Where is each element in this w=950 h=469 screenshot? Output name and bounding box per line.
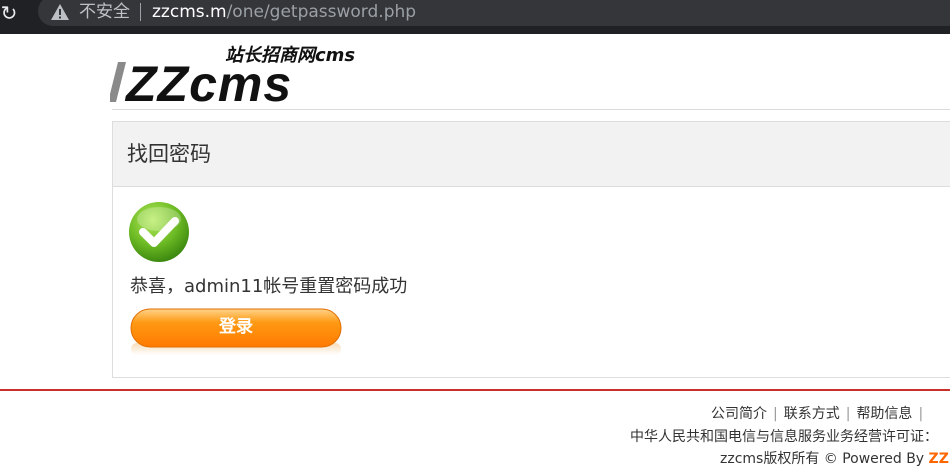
url-text[interactable]: zzcms.m/one/getpassword.php [152, 0, 416, 24]
site-logo[interactable]: ZZcms 站长招商网cms [110, 40, 390, 106]
result-panel: 找回密码 恭喜，admin11帐号重置密码成功 登录 [112, 121, 950, 378]
copyright-text: zzcms版权所有 © Powered By [720, 451, 929, 467]
footer-link-contact[interactable]: 联系方式 [784, 406, 840, 422]
browser-toolbar: ↻ 不安全 zzcms.m/one/getpassword.php [0, 0, 950, 34]
url-host: zzcms.m [152, 2, 227, 22]
footer-divider [0, 389, 950, 391]
footer-copyright: zzcms版权所有 © Powered By ZZ [720, 449, 949, 469]
footer-separator: | [773, 406, 778, 422]
reload-icon[interactable]: ↻ [0, 2, 20, 24]
header-divider [112, 109, 950, 110]
login-button[interactable]: 登录 [130, 308, 342, 356]
footer-license: 中华人民共和国电信与信息服务业务经营许可证： [630, 429, 938, 445]
footer-separator: | [918, 406, 924, 422]
security-status[interactable]: 不安全 [79, 0, 130, 24]
copyright-brand[interactable]: ZZ [929, 451, 949, 467]
footer-separator: | [845, 406, 851, 422]
warning-icon[interactable] [50, 2, 70, 22]
footer-link-about[interactable]: 公司简介 [711, 406, 767, 422]
footer-nav: 公司简介 | 联系方式 | 帮助信息 | [711, 404, 929, 424]
reset-success-message: 恭喜，admin11帐号重置密码成功 [130, 276, 408, 297]
logo-sub-text: 站长招商网cms [225, 45, 355, 66]
panel-title: 找回密码 [127, 142, 211, 166]
address-divider [140, 3, 141, 21]
url-path: /one/getpassword.php [226, 2, 417, 22]
success-check-icon [129, 202, 189, 262]
footer-link-help[interactable]: 帮助信息 [856, 406, 912, 422]
panel-header: 找回密码 [113, 122, 950, 187]
login-button-label: 登录 [219, 317, 253, 337]
